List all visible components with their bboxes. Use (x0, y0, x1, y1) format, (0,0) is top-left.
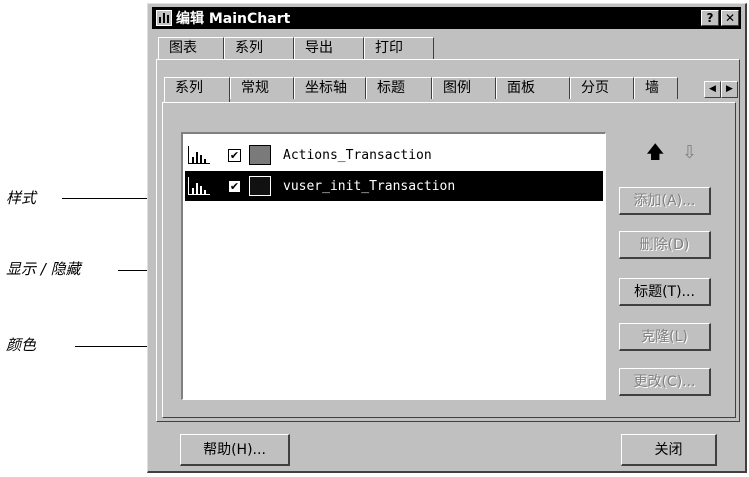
tab-scroll-left-button[interactable]: ◀ (704, 81, 721, 98)
subtab-panel[interactable]: 面板 (496, 77, 570, 99)
series-row-vuser-init[interactable]: ✔ vuser_init_Transaction (185, 171, 603, 201)
tab-print[interactable]: 打印 (364, 37, 434, 59)
callout-show-hide: 显示 / 隐藏 (6, 260, 81, 278)
move-down-arrow-icon[interactable]: ⇩ (682, 144, 697, 162)
series-color-swatch[interactable] (249, 176, 271, 196)
series-listbox[interactable]: ✔ Actions_Transaction ✔ vuser_init_Trans… (181, 132, 606, 400)
series-color-swatch[interactable] (249, 145, 271, 165)
subtab-paging[interactable]: 分页 (570, 77, 634, 99)
bar-chart-style-icon[interactable] (188, 177, 210, 195)
move-up-arrow-icon[interactable]: 🡅 (646, 144, 665, 162)
clone-series-button[interactable]: 克隆(L) (619, 323, 711, 351)
series-title-button[interactable]: 标题(T)... (619, 278, 711, 306)
change-series-button[interactable]: 更改(C)... (619, 368, 711, 396)
series-visible-checkbox[interactable]: ✔ (228, 179, 241, 193)
series-row-actions[interactable]: ✔ Actions_Transaction (185, 140, 603, 170)
chart-app-icon (156, 10, 172, 26)
subtab-legend[interactable]: 图例 (432, 77, 496, 99)
bar-chart-style-icon[interactable] (188, 146, 210, 164)
tab-chart[interactable]: 图表 (158, 37, 224, 59)
title-bar[interactable]: 编辑 MainChart ? ✕ (152, 7, 741, 29)
edit-chart-dialog: 编辑 MainChart ? ✕ 图表 系列 导出 打印 系列 常规 坐标轴 标… (147, 3, 747, 473)
add-series-button[interactable]: 添加(A)... (619, 187, 711, 215)
callout-color: 颜色 (6, 336, 37, 354)
subtab-walls[interactable]: 墙 (634, 77, 678, 99)
help-button[interactable]: 帮助(H)... (180, 434, 290, 466)
tab-export[interactable]: 导出 (294, 37, 364, 59)
sub-tab-row: 系列 常规 坐标轴 标题 图例 面板 分页 墙 (164, 77, 678, 103)
main-tab-row: 图表 系列 导出 打印 (158, 37, 434, 59)
tab-scroll-right-button[interactable]: ▶ (721, 81, 738, 98)
subtab-general[interactable]: 常规 (230, 77, 294, 99)
series-name: vuser_init_Transaction (283, 178, 456, 194)
dialog-title: 编辑 MainChart (176, 11, 291, 27)
subtab-series[interactable]: 系列 (164, 77, 230, 103)
tab-series[interactable]: 系列 (224, 37, 294, 59)
subtab-titles[interactable]: 标题 (366, 77, 432, 99)
callout-style: 样式 (6, 189, 37, 207)
subtab-axis[interactable]: 坐标轴 (294, 77, 366, 99)
series-visible-checkbox[interactable]: ✔ (228, 148, 241, 162)
help-title-button[interactable]: ? (701, 10, 719, 26)
close-button[interactable]: 关闭 (621, 434, 717, 466)
series-name: Actions_Transaction (283, 147, 432, 163)
close-title-button[interactable]: ✕ (721, 10, 739, 26)
delete-series-button[interactable]: 删除(D) (619, 231, 711, 259)
